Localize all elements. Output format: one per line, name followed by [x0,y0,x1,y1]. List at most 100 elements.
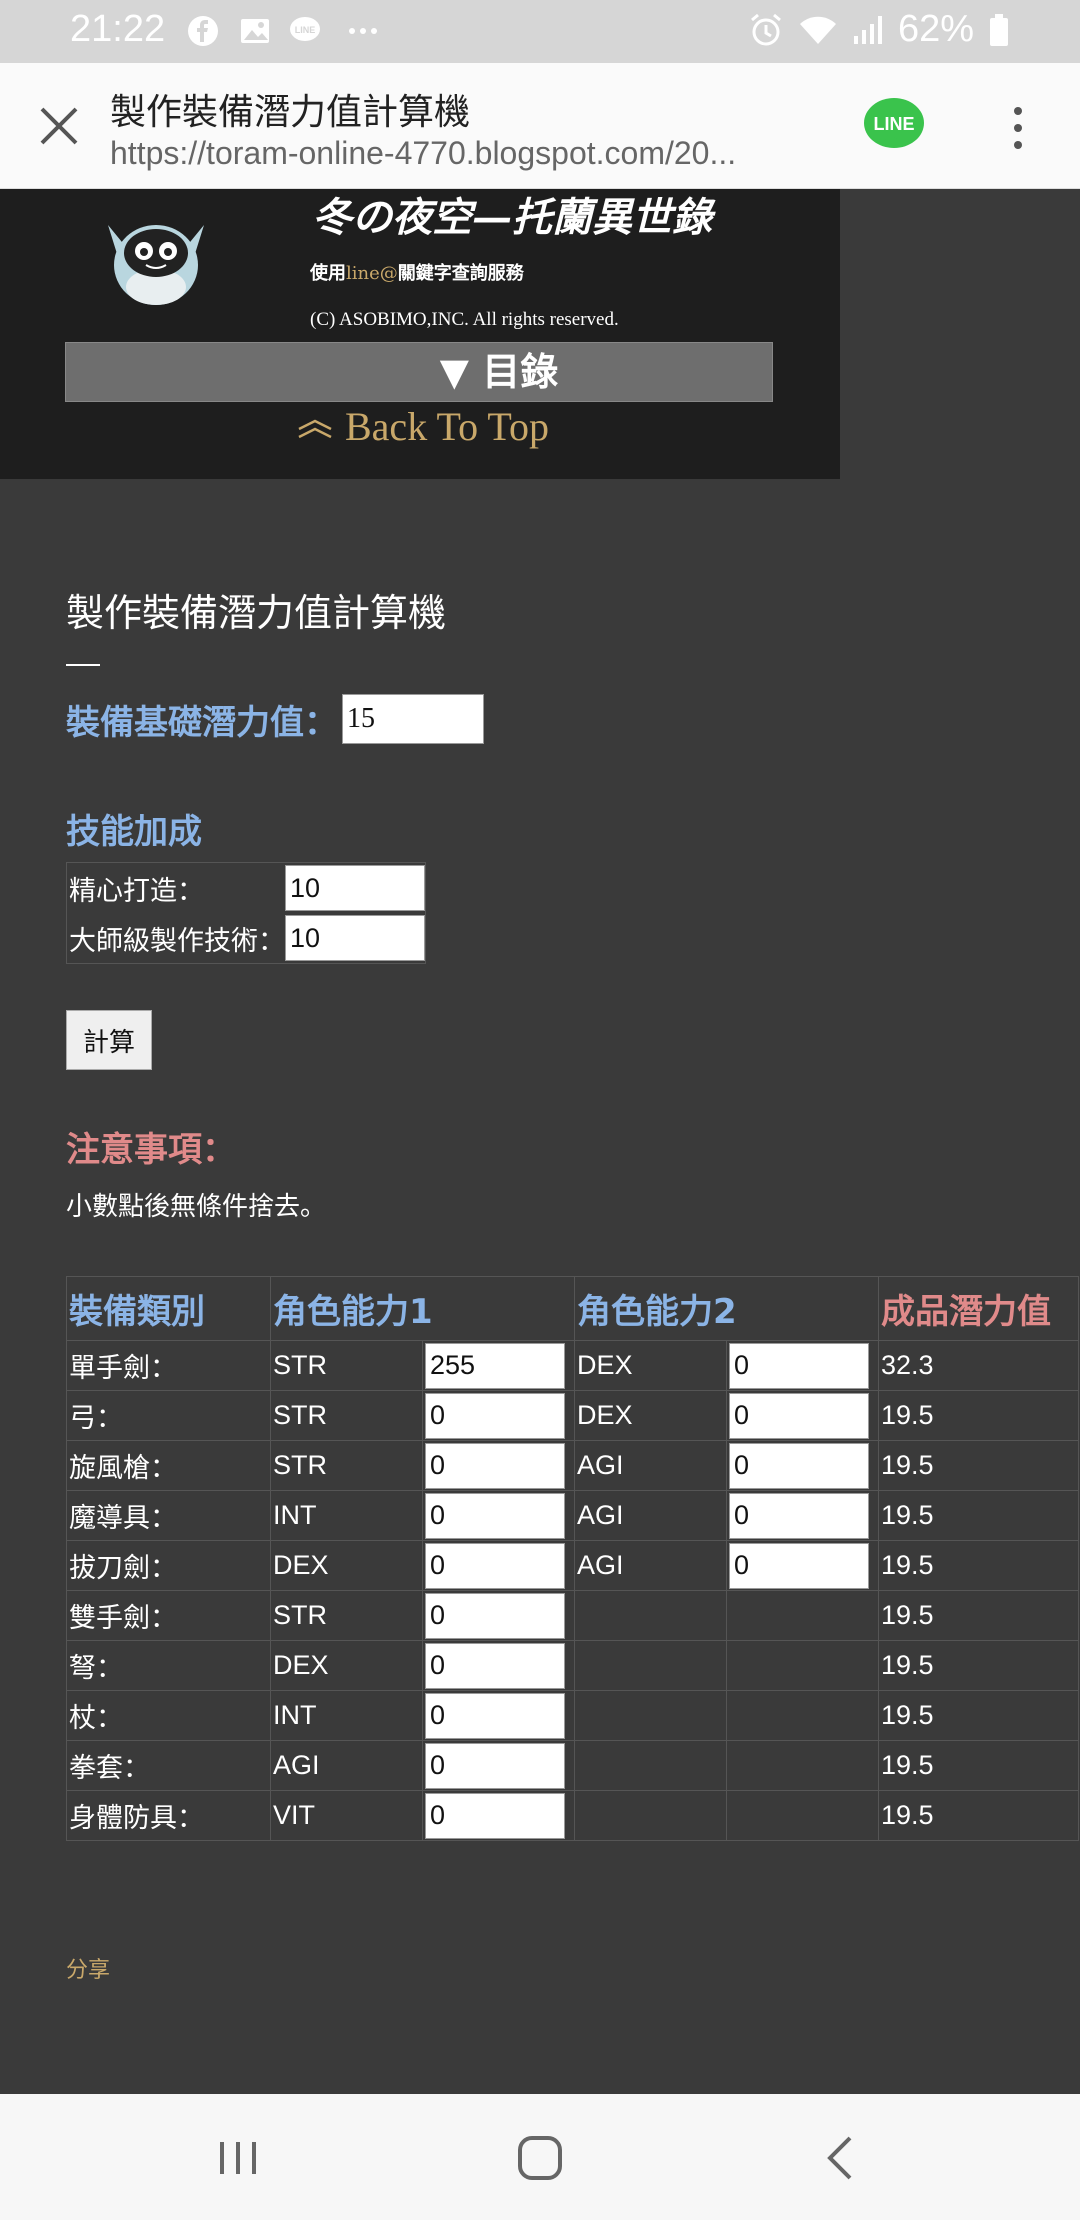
table-header-row: 裝備類別 角色能力1 角色能力2 成品潛力值 [66,1276,1079,1341]
equipment-category: 旋風槍： [66,1440,271,1491]
result-potential: 19.5 [878,1390,1079,1441]
stat1-input-cell [422,1690,575,1741]
stat2-input[interactable] [729,1442,869,1489]
stat2-input-cell [726,1490,879,1541]
result-potential: 19.5 [878,1690,1079,1741]
stat1-input[interactable] [425,1592,565,1639]
stat2-name [574,1740,727,1791]
stat1-input-cell [422,1440,575,1491]
wifi-icon [799,16,836,44]
status-bar: 21:22 LINE 62% [0,0,1080,63]
equipment-category: 單手劍： [66,1340,271,1391]
stat1-input-cell [422,1590,575,1641]
result-potential: 19.5 [878,1740,1079,1791]
base-potential-input[interactable] [342,694,484,744]
stat1-input-cell [422,1640,575,1691]
stat2-empty-cell [726,1740,879,1791]
stat1-input[interactable] [425,1642,565,1689]
stat1-input[interactable] [425,1442,565,1489]
calculate-button[interactable]: 計算 [66,1010,152,1070]
stat2-input-cell [726,1390,879,1441]
stat1-name: STR [270,1390,423,1441]
equipment-table: 裝備類別 角色能力1 角色能力2 成品潛力值 單手劍：STRDEX32.3弓：S… [66,1276,1079,1841]
line-query-text: 使用line@關鍵字查詢服務 [310,263,524,284]
header-stat2: 角色能力2 [574,1276,879,1341]
result-potential: 19.5 [878,1790,1079,1841]
site-header: 冬の夜空—托蘭異世錄 使用line@關鍵字查詢服務 (C) ASOBIMO,IN… [0,189,840,479]
stat1-input-cell [422,1390,575,1441]
table-row: 弩：DEX 19.5 [66,1640,1079,1691]
equipment-category: 魔導具： [66,1490,271,1541]
stat1-input[interactable] [425,1742,565,1789]
stat1-input[interactable] [425,1342,565,1389]
stat2-input[interactable] [729,1342,869,1389]
stat2-input[interactable] [729,1542,869,1589]
stat1-name: STR [270,1340,423,1391]
back-icon[interactable] [814,2130,870,2186]
stat2-name [574,1690,727,1741]
svg-text:LINE: LINE [295,25,316,35]
stat1-input[interactable] [425,1392,565,1439]
system-nav-bar [0,2094,1080,2220]
stat1-input-cell [422,1340,575,1391]
page-url[interactable]: https://toram-online-4770.blogspot.com/2… [110,135,830,172]
table-row: 身體防具：VIT 19.5 [66,1790,1079,1841]
result-potential: 19.5 [878,1540,1079,1591]
result-potential: 19.5 [878,1490,1079,1541]
equipment-category: 雙手劍： [66,1590,271,1641]
stat1-name: STR [270,1440,423,1491]
page-title: 製作裝備潛力值計算機 [66,591,447,635]
alarm-icon [750,13,781,45]
notes-text: 小數點後無條件捨去。 [66,1192,327,1222]
line-at-link[interactable]: line@ [346,263,398,284]
site-title: 冬の夜空—托蘭異世錄 [312,194,712,241]
stat1-name: DEX [270,1640,423,1691]
table-row: 拳套：AGI 19.5 [66,1740,1079,1791]
overflow-menu-icon[interactable] [1002,103,1034,153]
stat2-input-cell [726,1440,879,1491]
table-row: 旋風槍：STR AGI 19.5 [66,1440,1079,1491]
stat2-input[interactable] [729,1492,869,1539]
equipment-category: 身體防具： [66,1790,271,1841]
battery-icon [990,13,1008,46]
equipment-category: 弓： [66,1390,271,1441]
table-row: 拔刀劍：DEX AGI 19.5 [66,1540,1079,1591]
browser-toolbar: 製作裝備潛力值計算機 https://toram-online-4770.blo… [0,63,1080,189]
stat2-input-cell [726,1340,879,1391]
mascot-logo [108,225,204,305]
stat1-input[interactable] [425,1542,565,1589]
master-craft-input[interactable] [285,915,425,961]
result-potential: 19.5 [878,1440,1079,1491]
stat1-input-cell [422,1790,575,1841]
stat1-input-cell [422,1740,575,1791]
stat1-name: AGI [270,1740,423,1791]
notes-heading: 注意事項： [66,1130,236,1170]
stat1-input[interactable] [425,1492,565,1539]
table-row: 弓：STR DEX 19.5 [66,1390,1079,1441]
status-time: 21:22 [70,8,166,50]
stat1-input[interactable] [425,1792,565,1839]
table-row: 杖：INT 19.5 [66,1690,1079,1741]
skill-row-careful: 精心打造： [67,863,425,913]
share-link[interactable]: 分享 [66,1952,110,1984]
header-stat1: 角色能力1 [270,1276,575,1341]
line-app-icon[interactable]: LINE [862,95,926,159]
toc-menu-button[interactable]: ▼ 目錄 [65,342,773,402]
stat1-name: STR [270,1590,423,1641]
stat1-input[interactable] [425,1692,565,1739]
stat2-name [574,1590,727,1641]
recents-icon[interactable] [210,2130,266,2186]
home-icon[interactable] [512,2130,568,2186]
equipment-category: 杖： [66,1690,271,1741]
equipment-category: 拳套： [66,1740,271,1791]
stat2-input[interactable] [729,1392,869,1439]
equipment-category: 拔刀劍： [66,1540,271,1591]
close-icon[interactable] [36,103,82,149]
base-potential-row: 裝備基礎潛力值： [66,694,484,744]
stat1-input-cell [422,1490,575,1541]
careful-craft-input[interactable] [285,865,425,911]
stat2-input-cell [726,1540,879,1591]
back-to-top-link[interactable]: Back To Top [295,403,549,450]
stat2-name: DEX [574,1340,727,1391]
skill-label: 精心打造： [69,875,204,907]
